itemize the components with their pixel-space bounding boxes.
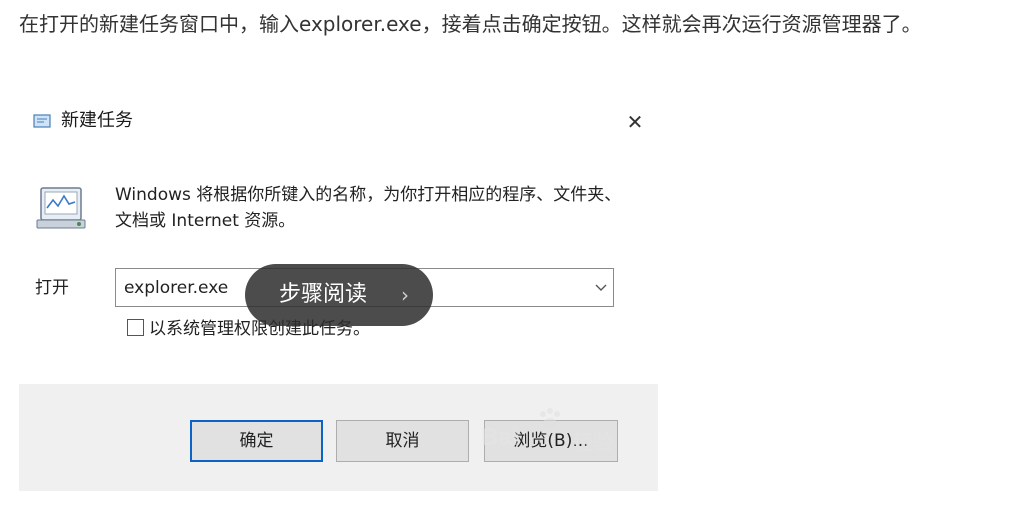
paw-icon	[540, 408, 560, 428]
open-input-value[interactable]: explorer.exe	[124, 275, 228, 301]
chevron-down-icon[interactable]	[593, 278, 609, 296]
close-icon[interactable]: ✕	[620, 108, 650, 136]
article-paragraph: 在打开的新建任务窗口中，输入explorer.exe，接着点击确定按钮。这样就会…	[19, 12, 922, 36]
watermark-suffix: 经验	[573, 430, 613, 454]
dialog-description: Windows 将根据你所键入的名称，为你打开相应的程序、文件夹、文档或 Int…	[115, 185, 622, 231]
step-reading-label: 步骤阅读	[279, 282, 368, 307]
run-program-icon	[36, 187, 86, 229]
ok-button[interactable]: 确定	[190, 420, 323, 462]
watermark-text: Bai	[481, 424, 519, 451]
baidu-watermark-logo: Bai 经验	[481, 406, 631, 470]
chevron-right-icon: ›	[401, 283, 409, 307]
open-label: 打开	[35, 278, 69, 298]
step-reading-button[interactable]: 步骤阅读 ›	[245, 264, 433, 326]
dialog-titlebar: 新建任务 ✕	[19, 100, 658, 146]
run-window-icon	[33, 114, 51, 128]
admin-checkbox[interactable]	[127, 319, 144, 336]
cancel-button[interactable]: 取消	[336, 420, 469, 462]
dialog-title: 新建任务	[61, 110, 133, 131]
